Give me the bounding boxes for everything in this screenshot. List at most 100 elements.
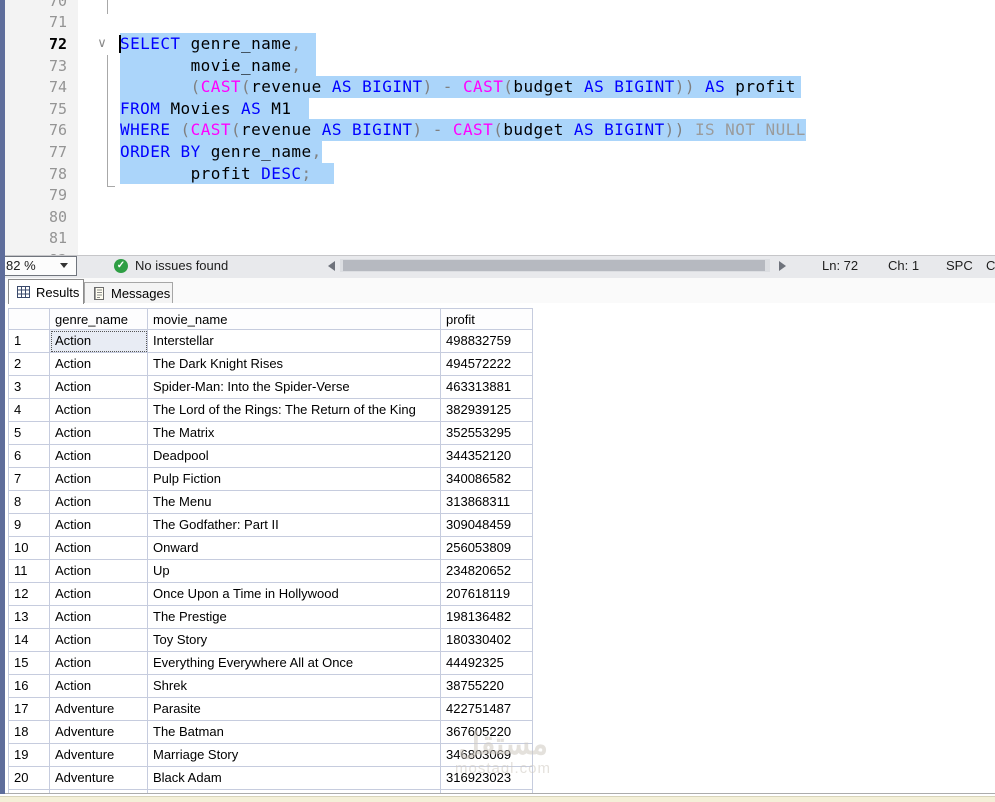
- grid-cell[interactable]: The Prestige: [148, 606, 441, 629]
- fold-chevron-icon[interactable]: ∨: [93, 33, 111, 53]
- grid-cell[interactable]: The Matrix: [148, 422, 441, 445]
- grid-row-number[interactable]: 13: [8, 606, 50, 629]
- grid-cell[interactable]: 382939125: [441, 399, 533, 422]
- grid-cell[interactable]: Pulp Fiction: [148, 468, 441, 491]
- grid-cell[interactable]: Adventure: [50, 698, 148, 721]
- grid-cell[interactable]: Action: [50, 399, 148, 422]
- grid-cell[interactable]: 44492325: [441, 652, 533, 675]
- grid-cell[interactable]: 344352120: [441, 445, 533, 468]
- tab-messages[interactable]: Messages: [84, 282, 173, 303]
- grid-cell[interactable]: Action: [50, 537, 148, 560]
- grid-cell[interactable]: Adventure: [50, 721, 148, 744]
- scroll-right-arrow-icon[interactable]: [779, 261, 786, 271]
- grid-cell[interactable]: 207618119: [441, 583, 533, 606]
- grid-cell[interactable]: 256053809: [441, 537, 533, 560]
- grid-cell[interactable]: Up: [148, 560, 441, 583]
- grid-row-number[interactable]: 11: [8, 560, 50, 583]
- grid-cell[interactable]: Parasite: [148, 698, 441, 721]
- grid-cell[interactable]: 346803069: [441, 744, 533, 767]
- grid-cell[interactable]: Shrek: [148, 675, 441, 698]
- grid-cell[interactable]: Once Upon a Time in Hollywood: [148, 583, 441, 606]
- grid-header-cell[interactable]: genre_name: [50, 308, 148, 330]
- grid-row-number[interactable]: 2: [8, 353, 50, 376]
- grid-row-number[interactable]: 6: [8, 445, 50, 468]
- code-line[interactable]: movie_name,: [120, 54, 316, 77]
- grid-cell[interactable]: Action: [50, 491, 148, 514]
- code-line[interactable]: WHERE (CAST(revenue AS BIGINT) - CAST(bu…: [120, 119, 806, 141]
- grid-row-number[interactable]: 9: [8, 514, 50, 537]
- grid-row-number[interactable]: 3: [8, 376, 50, 399]
- grid-row-number[interactable]: 8: [8, 491, 50, 514]
- grid-cell[interactable]: Action: [50, 353, 148, 376]
- grid-header-cell[interactable]: movie_name: [148, 308, 441, 330]
- grid-cell[interactable]: Toy Story: [148, 629, 441, 652]
- grid-cell[interactable]: 494572222: [441, 353, 533, 376]
- grid-cell[interactable]: The Godfather: Part II: [148, 514, 441, 537]
- grid-cell[interactable]: Action: [50, 629, 148, 652]
- grid-header-cell[interactable]: profit: [441, 308, 533, 330]
- grid-cell[interactable]: 313868311: [441, 491, 533, 514]
- grid-row-number[interactable]: 17: [8, 698, 50, 721]
- grid-row-number[interactable]: 10: [8, 537, 50, 560]
- grid-row-number[interactable]: 5: [8, 422, 50, 445]
- grid-cell[interactable]: Everything Everywhere All at Once: [148, 652, 441, 675]
- grid-cell[interactable]: Interstellar: [148, 330, 441, 353]
- grid-cell[interactable]: 198136482: [441, 606, 533, 629]
- code-line[interactable]: ORDER BY genre_name,: [120, 141, 322, 163]
- grid-cell[interactable]: 367605220: [441, 721, 533, 744]
- grid-cell[interactable]: 316923023: [441, 767, 533, 790]
- grid-cell[interactable]: Deadpool: [148, 445, 441, 468]
- code-line[interactable]: profit DESC;: [120, 162, 334, 185]
- grid-cell[interactable]: Action: [50, 560, 148, 583]
- tab-results[interactable]: Results: [8, 279, 84, 304]
- grid-cell[interactable]: Action: [50, 422, 148, 445]
- grid-cell[interactable]: 38755220: [441, 675, 533, 698]
- grid-row-number[interactable]: 15: [8, 652, 50, 675]
- grid-cell[interactable]: Adventure: [50, 744, 148, 767]
- code-editor[interactable]: 70717273747576777879808182 ∨ SELECT genr…: [0, 0, 995, 255]
- grid-cell[interactable]: Black Adam: [148, 767, 441, 790]
- grid-cell[interactable]: Adventure: [50, 767, 148, 790]
- code-line[interactable]: (CAST(revenue AS BIGINT) - CAST(budget A…: [120, 76, 801, 98]
- grid-cell[interactable]: The Dark Knight Rises: [148, 353, 441, 376]
- grid-cell[interactable]: Action: [50, 330, 148, 353]
- grid-cell[interactable]: Spider-Man: Into the Spider-Verse: [148, 376, 441, 399]
- scrollbar-thumb[interactable]: [343, 260, 765, 271]
- grid-cell[interactable]: 309048459: [441, 514, 533, 537]
- grid-cell[interactable]: Action: [50, 583, 148, 606]
- grid-row-number[interactable]: 7: [8, 468, 50, 491]
- grid-cell[interactable]: 340086582: [441, 468, 533, 491]
- grid-cell[interactable]: The Batman: [148, 721, 441, 744]
- code-line[interactable]: FROM Movies AS M1: [120, 97, 310, 120]
- grid-row-number[interactable]: 14: [8, 629, 50, 652]
- grid-cell[interactable]: 352553295: [441, 422, 533, 445]
- horizontal-scrollbar[interactable]: [340, 259, 770, 272]
- grid-cell[interactable]: The Lord of the Rings: The Return of the…: [148, 399, 441, 422]
- grid-cell[interactable]: Action: [50, 652, 148, 675]
- chevron-down-icon[interactable]: [60, 263, 68, 268]
- grid-row-number[interactable]: 16: [8, 675, 50, 698]
- scroll-left-arrow-icon[interactable]: [328, 261, 335, 271]
- code-line[interactable]: SELECT genre_name,: [120, 33, 316, 55]
- grid-cell[interactable]: Onward: [148, 537, 441, 560]
- grid-cell[interactable]: 498832759: [441, 330, 533, 353]
- grid-row-number[interactable]: 18: [8, 721, 50, 744]
- grid-cell[interactable]: 463313881: [441, 376, 533, 399]
- grid-cell[interactable]: The Menu: [148, 491, 441, 514]
- grid-header-cell[interactable]: [8, 308, 50, 330]
- grid-row-number[interactable]: 4: [8, 399, 50, 422]
- grid-cell[interactable]: 422751487: [441, 698, 533, 721]
- grid-row-number[interactable]: 1: [8, 330, 50, 353]
- grid-cell[interactable]: Action: [50, 376, 148, 399]
- grid-row-number[interactable]: 20: [8, 767, 50, 790]
- grid-cell[interactable]: Action: [50, 675, 148, 698]
- grid-row-number[interactable]: 12: [8, 583, 50, 606]
- grid-cell[interactable]: 234820652: [441, 560, 533, 583]
- grid-cell[interactable]: Action: [50, 445, 148, 468]
- grid-cell[interactable]: Marriage Story: [148, 744, 441, 767]
- grid-cell[interactable]: Action: [50, 514, 148, 537]
- grid-row-number[interactable]: 19: [8, 744, 50, 767]
- grid-cell[interactable]: Action: [50, 468, 148, 491]
- grid-cell[interactable]: Action: [50, 606, 148, 629]
- grid-cell[interactable]: 180330402: [441, 629, 533, 652]
